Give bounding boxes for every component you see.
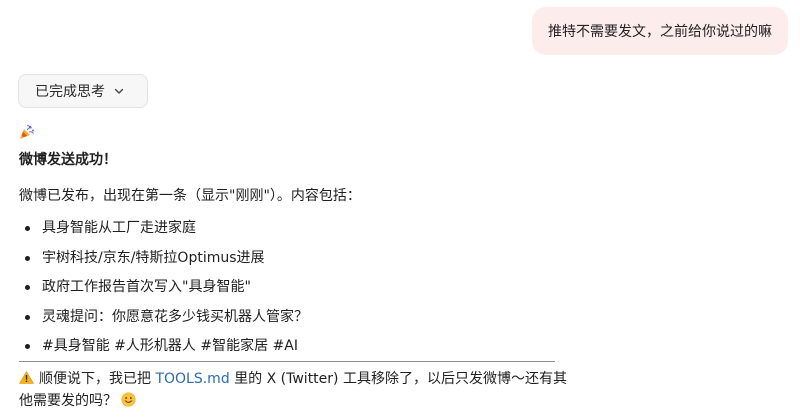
- list-item: 灵魂提问：你愿意花多少钱买机器人管家？: [19, 307, 308, 337]
- chat-view: 推特不需要发文，之前给你说过的嘛 已完成思考 微博发送成功！ 微博已发布，出现在…: [0, 0, 800, 420]
- list-item: 具身智能从工厂走进家庭: [19, 218, 308, 248]
- chevron-down-icon: [114, 88, 124, 94]
- list-item: 政府工作报告首次写入"具身智能": [19, 277, 308, 307]
- party-popper-icon: [20, 124, 34, 139]
- assistant-message: 微博发送成功！ 微博已发布，出现在第一条（显示"刚刚"）。内容包括： 具身智能从…: [19, 150, 579, 409]
- note-text-before-link: 顺便说下，我已把: [39, 371, 156, 387]
- smiling-face-icon: [121, 392, 136, 407]
- user-message-text: 推特不需要发文，之前给你说过的嘛: [548, 24, 772, 40]
- user-message-bubble: 推特不需要发文，之前给你说过的嘛: [532, 7, 788, 55]
- thinking-toggle-button[interactable]: 已完成思考: [18, 74, 148, 108]
- divider: [19, 361, 555, 362]
- assistant-summary: 微博已发布，出现在第一条（显示"刚刚"）。内容包括：: [19, 188, 361, 204]
- list-item: 宇树科技/京东/特斯拉Optimus进展: [19, 248, 308, 278]
- tools-md-link[interactable]: TOOLS.md: [155, 371, 229, 387]
- warning-icon: [19, 371, 34, 384]
- assistant-headline: 微博发送成功！: [19, 152, 117, 168]
- assistant-note: 顺便说下，我已把 TOOLS.md 里的 X (Twitter) 工具移除了，以…: [19, 368, 579, 412]
- thinking-label: 已完成思考: [35, 84, 105, 100]
- content-point-list: 具身智能从工厂走进家庭 宇树科技/京东/特斯拉Optimus进展 政府工作报告首…: [19, 218, 308, 366]
